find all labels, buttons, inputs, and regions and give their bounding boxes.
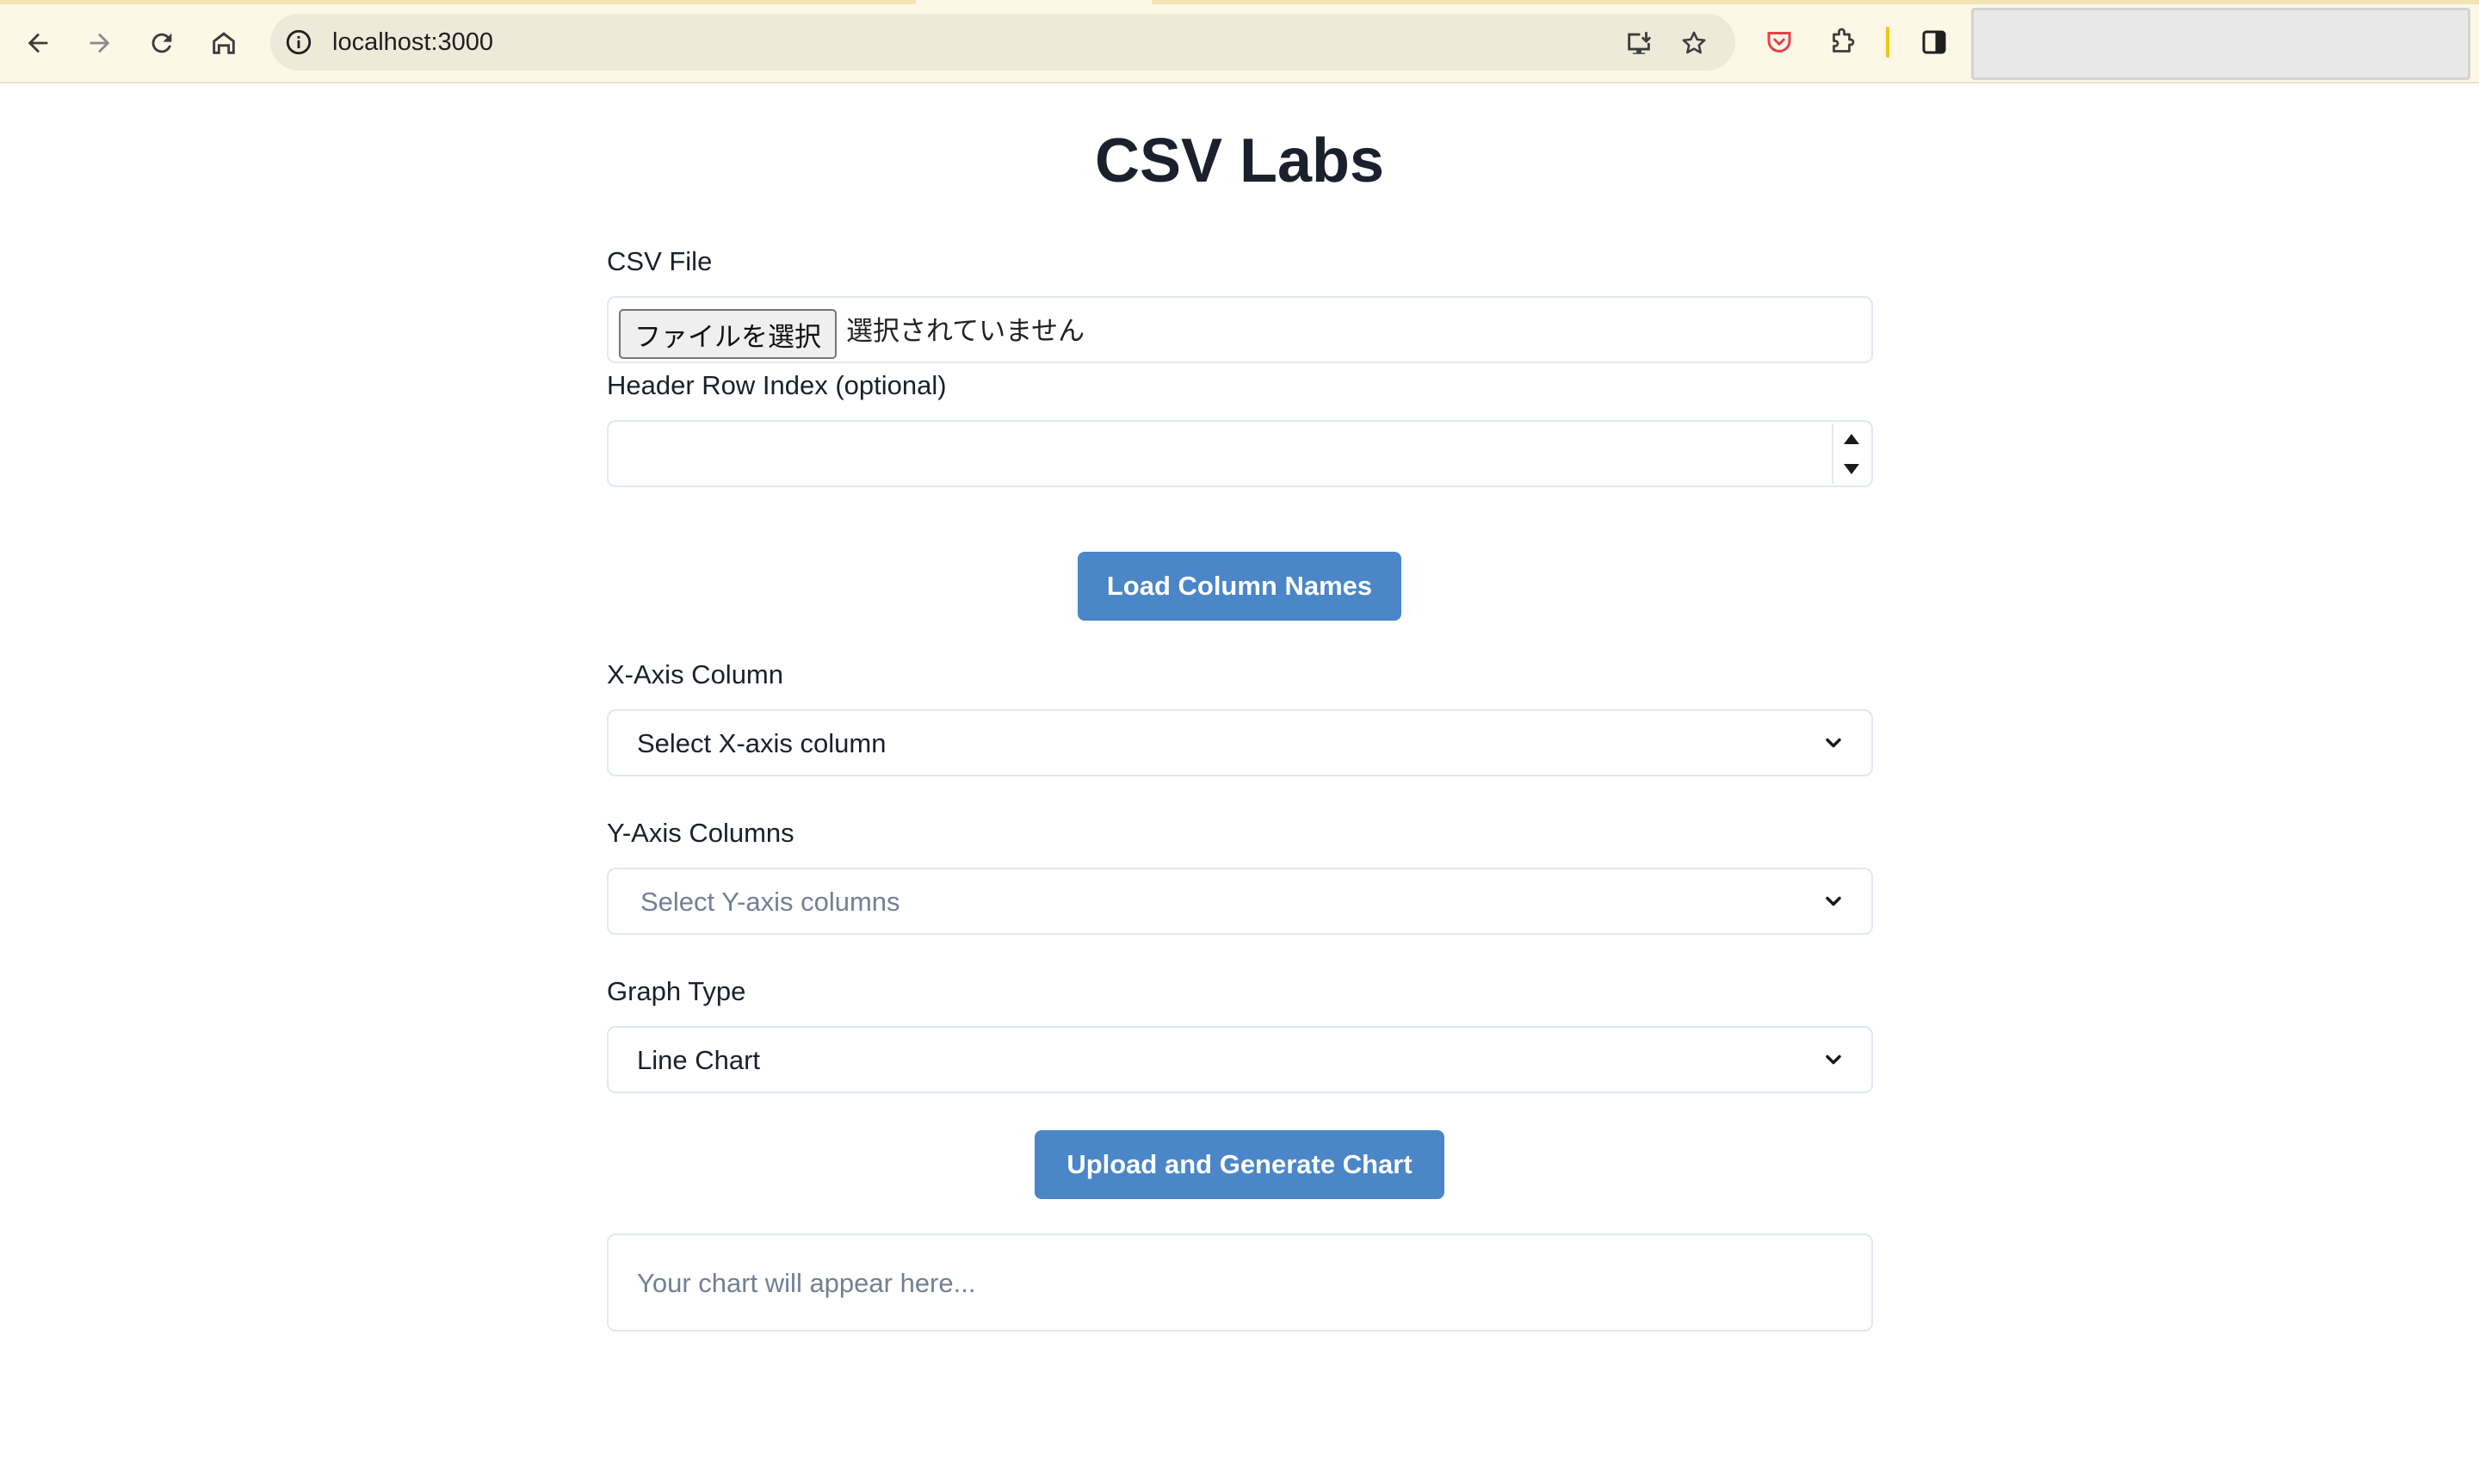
install-app-icon[interactable] [1622,26,1656,60]
choose-file-button[interactable]: ファイルを選択 [619,309,837,359]
toolbar-divider [1886,27,1889,58]
file-status-text: 選択されていません [846,316,1085,347]
home-icon [213,32,235,54]
x-axis-select[interactable]: Select X-axis column [607,709,1873,776]
chevron-down-icon [1826,1054,1841,1065]
star-icon[interactable] [1677,26,1711,60]
chart-placeholder-text: Your chart will appear here... [637,1268,976,1298]
spin-down-icon[interactable] [1833,454,1870,484]
address-bar[interactable]: localhost:3000 [270,14,1735,71]
graph-type-selected: Line Chart [637,1045,761,1075]
load-column-names-button[interactable]: Load Column Names [1078,552,1401,621]
arrow-right-icon [90,33,110,53]
spin-up-icon[interactable] [1833,424,1870,454]
chevron-down-icon [1826,738,1841,748]
chart-container: Your chart will appear here... [607,1234,1873,1332]
info-icon[interactable] [284,28,313,57]
reload-button[interactable] [138,19,186,67]
profile-area[interactable] [1971,8,2470,80]
app-page: CSV Labs CSV File ファイルを選択 選択されていません Head… [0,84,2479,1484]
active-tab-edge [916,0,1152,4]
home-button[interactable] [200,19,248,67]
chevron-down-icon [1826,896,1841,906]
y-axis-label: Y-Axis Columns [607,818,794,848]
pocket-icon[interactable] [1759,22,1799,62]
graph-type-label: Graph Type [607,976,746,1006]
header-row-input[interactable] [607,420,1873,487]
browser-toolbar: localhost:3000 [0,0,2479,83]
csv-file-label: CSV File [607,246,713,276]
side-panel-icon[interactable] [1914,22,1954,62]
x-axis-label: X-Axis Column [607,659,783,689]
back-button[interactable] [14,19,62,67]
forward-button[interactable] [76,19,124,67]
csv-file-input[interactable]: ファイルを選択 選択されていません [607,296,1873,363]
y-axis-select[interactable]: Select Y-axis columns [607,868,1873,935]
puzzle-icon[interactable] [1823,22,1863,62]
graph-type-select[interactable]: Line Chart [607,1026,1873,1093]
arrow-left-icon [28,33,48,53]
url-text[interactable]: localhost:3000 [332,14,493,71]
header-row-label: Header Row Index (optional) [607,370,947,400]
number-spinner[interactable] [1832,424,1870,484]
upload-generate-chart-button[interactable]: Upload and Generate Chart [1035,1130,1444,1199]
tab-strip-edge [0,0,2479,4]
reload-icon [151,33,172,53]
x-axis-selected: Select X-axis column [637,728,887,758]
y-axis-placeholder: Select Y-axis columns [640,887,900,917]
page-title: CSV Labs [1094,127,1385,195]
